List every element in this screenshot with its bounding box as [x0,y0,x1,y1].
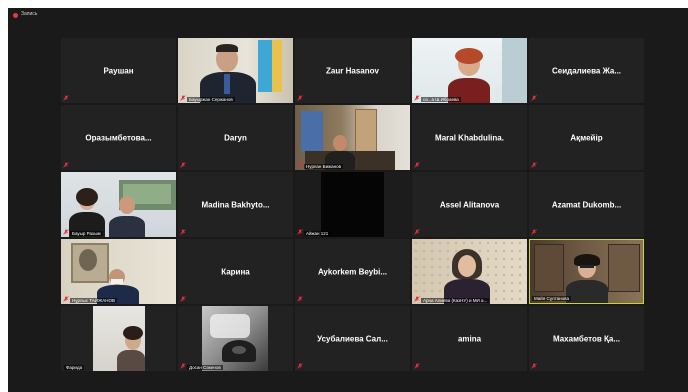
mic-muted-icon [297,95,303,101]
participant-name: Aykorkem Beybi... [317,267,388,276]
mic-muted-icon [414,162,420,168]
participant-tile[interactable]: Нұрлыс ТАЙЖАНОВ [61,239,176,304]
participant-video [93,306,145,371]
participant-tile[interactable]: Нурлан Бижанов [295,105,410,170]
participant-video [178,38,293,103]
participant-tile[interactable]: Assel Alitanova [412,172,527,237]
participant-name: Zaur Hasanov [326,66,379,75]
mic-muted-icon [531,363,537,369]
mic-muted-icon [297,229,303,235]
participant-name: Досан Сәкенов [187,365,223,370]
mic-muted-icon [531,95,537,101]
participant-tile[interactable]: Madina Bakhyto... [178,172,293,237]
participant-tile[interactable]: Арна Алиева (КазНУ) и МИ а... [412,239,527,304]
participant-tile[interactable]: Сеидалиева Жа... [529,38,644,103]
gallery-grid: Раушан Бауыржан Сержанов Zaur Hasanov са… [61,38,644,371]
top-bar: Запись [8,8,688,22]
recording-icon [13,13,18,18]
mic-muted-icon [180,363,186,369]
participant-name: Фарида [64,365,85,370]
participant-name: Сеидалиева Жа... [551,66,622,75]
participant-name: Maral Khabdulina. [435,133,504,142]
mic-muted-icon [180,95,186,101]
participant-tile[interactable]: Ақмейір [529,105,644,170]
participant-tile[interactable]: Бауыр Рахым [61,172,176,237]
participant-tile[interactable]: Aykorkem Beybi... [295,239,410,304]
participant-tile[interactable]: Досан Сәкенов [178,306,293,371]
participant-name: Нұрлыс ТАЙЖАНОВ [70,298,117,303]
recording-label: Запись [21,11,38,17]
mic-muted-icon [414,296,420,302]
mic-muted-icon [180,162,186,168]
participant-name: Assel Alitanova [439,200,500,209]
mic-muted-icon [63,229,69,235]
mic-muted-icon [531,162,537,168]
participant-tile[interactable]: Zaur Hasanov [295,38,410,103]
participant-tile[interactable]: Фарида [61,306,176,371]
participant-name: Карина [221,267,250,276]
participant-tile[interactable]: amina [412,306,527,371]
participant-name: са...а Ш.Ибраева [421,97,461,102]
participant-video [412,38,527,103]
mic-muted-icon [414,363,420,369]
participant-video [321,172,384,237]
mic-muted-icon [297,296,303,302]
participant-name: amina [457,334,482,343]
participant-name: Daryn [224,133,247,142]
participant-tile[interactable]: Оразымбетова... [61,105,176,170]
participant-video [530,240,643,303]
participant-name: Бауыр Рахым [70,231,103,236]
participant-name: Айжан 121 [304,231,331,236]
participant-name: Оразымбетова... [85,133,152,142]
participant-video [202,306,268,371]
participant-tile[interactable]: Усубалиева Сал... [295,306,410,371]
participant-name: Арна Алиева (КазНУ) и МИ а... [421,298,490,303]
participant-tile[interactable]: са...а Ш.Ибраева [412,38,527,103]
participant-tile[interactable]: Махамбетов Қа... [529,306,644,371]
participant-name: Нурлан Бижанов [304,164,344,169]
mic-muted-icon [531,229,537,235]
participant-name: Майя Сұлтанова [532,296,571,301]
participant-video [61,172,176,237]
mic-muted-icon [63,162,69,168]
participant-tile[interactable]: Айжан 121 [295,172,410,237]
participant-tile[interactable]: Бауыржан Сержанов [178,38,293,103]
mic-muted-icon [414,229,420,235]
mic-muted-icon [63,95,69,101]
participant-name: Раушан [103,66,134,75]
participant-name: Ақмейір [570,133,603,142]
participant-video [412,239,527,304]
participant-tile-active-speaker[interactable]: Майя Сұлтанова [529,239,644,304]
mic-muted-icon [297,162,303,168]
mic-muted-icon [63,296,69,302]
participant-name: Махамбетов Қа... [552,334,621,343]
mic-muted-icon [414,95,420,101]
participant-name: Azamat Dukomb... [551,200,622,209]
participant-name: Madina Bakhyto... [201,200,270,209]
participant-tile[interactable]: Azamat Dukomb... [529,172,644,237]
participant-video [61,239,176,304]
zoom-window: Запись Раушан Бауыржан Сержанов Zaur Has… [8,8,688,392]
participant-tile[interactable]: Карина [178,239,293,304]
mic-muted-icon [297,363,303,369]
participant-name: Усубалиева Сал... [317,334,388,343]
participant-tile[interactable]: Maral Khabdulina. [412,105,527,170]
participant-name: Бауыржан Сержанов [187,97,235,102]
participant-tile[interactable]: Раушан [61,38,176,103]
mic-muted-icon [180,296,186,302]
mic-muted-icon [180,229,186,235]
participant-video [295,105,410,170]
participant-tile[interactable]: Daryn [178,105,293,170]
